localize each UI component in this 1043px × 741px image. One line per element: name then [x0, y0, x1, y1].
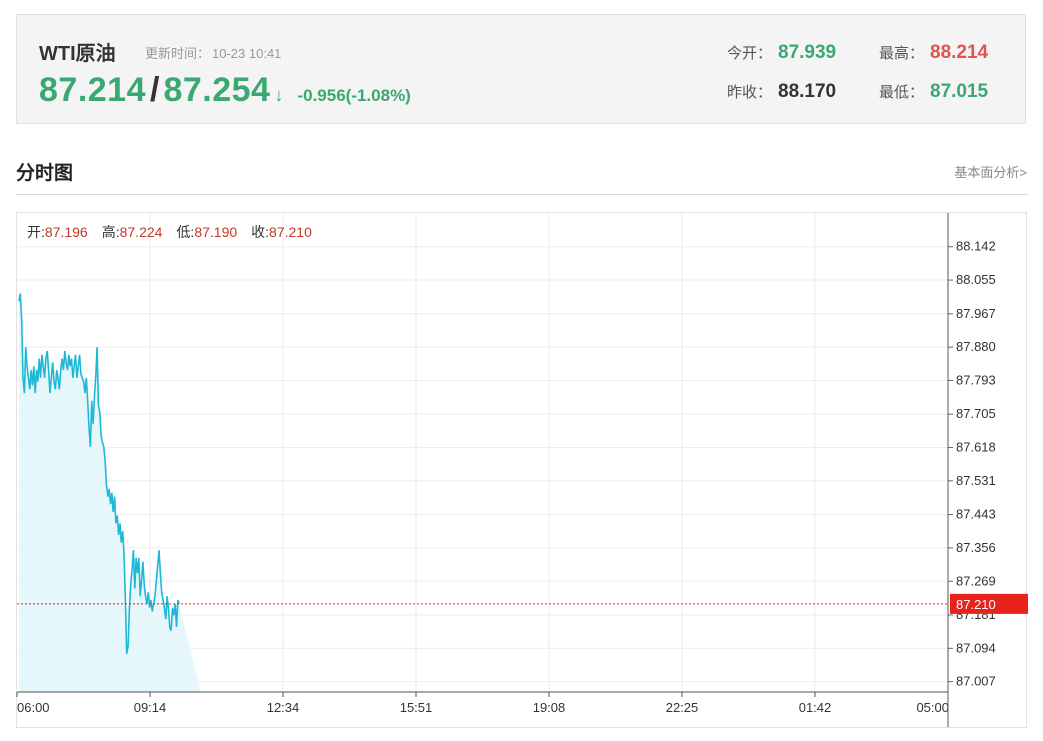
y-tick-label: 87.705	[956, 406, 996, 421]
y-axis: 88.142 88.055 87.967 87.880 87.793 87.705 87.6…	[947, 213, 996, 727]
y-tick-label: 87.967	[956, 306, 996, 321]
x-tick-label: 09:14	[134, 700, 167, 715]
ohlc-close-label: 收:	[251, 224, 270, 240]
x-tick-label: 05:00	[916, 700, 949, 715]
ohlc-low-label: 低:	[176, 224, 195, 240]
x-tick-label: 06:00	[17, 700, 50, 715]
x-tick-label: 19:08	[533, 700, 566, 715]
y-tick-label: 87.793	[956, 372, 996, 387]
ohlc-low-value: 87.190	[194, 224, 238, 240]
y-tick-label: 87.356	[956, 540, 996, 555]
y-tick-label: 88.142	[956, 239, 996, 254]
x-axis: 06:00 09:14 12:34 15:51 19:08 22:25 01:42 05:00	[16, 691, 949, 715]
y-tick-label: 87.531	[956, 473, 996, 488]
intraday-chart[interactable]: 06:00 09:14 12:34 15:51 19:08 22:25 01:42 05:00…	[0, 0, 1043, 741]
ohlc-open-value: 87.196	[44, 224, 88, 240]
x-tick-label: 12:34	[267, 700, 300, 715]
ohlc-open-label: 开:	[27, 224, 45, 240]
y-tick-label: 88.055	[956, 272, 996, 287]
ohlc-low: 低:87.190	[176, 222, 237, 242]
y-tick-label: 87.880	[956, 339, 996, 354]
y-tick-label: 87.443	[956, 507, 996, 522]
ohlc-high-value: 87.224	[119, 224, 163, 240]
ohlc-close: 收:87.210	[251, 222, 312, 242]
x-tick-label: 01:42	[799, 700, 832, 715]
ohlc-high: 高:87.224	[102, 222, 163, 242]
current-price-label: 87.210	[956, 597, 996, 612]
y-tick-label: 87.618	[956, 440, 996, 455]
x-tick-label: 22:25	[666, 700, 699, 715]
y-tick-label: 87.007	[956, 674, 996, 689]
y-tick-label: 87.094	[956, 640, 996, 655]
ohlc-high-label: 高:	[101, 224, 120, 240]
ohlc-open: 开:87.196	[27, 222, 88, 242]
x-tick-label: 15:51	[400, 700, 433, 715]
ohlc-close-value: 87.210	[269, 224, 312, 240]
ohlc-readout: 开:87.196 高:87.224 低:87.190 收:87.210	[27, 222, 326, 242]
y-tick-label: 87.269	[956, 573, 996, 588]
